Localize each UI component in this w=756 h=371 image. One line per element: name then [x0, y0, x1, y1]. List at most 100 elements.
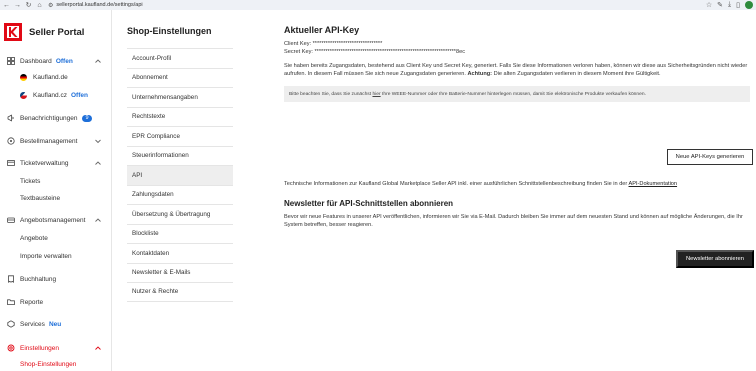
germany-flag-icon [20, 73, 27, 81]
sidebar-item-label: Shop-Einstellungen [20, 360, 77, 368]
sidebar-item-importe[interactable]: Importe verwalten [20, 250, 72, 262]
gear-icon [6, 344, 15, 353]
chevron-up-icon[interactable] [94, 216, 102, 224]
settings-item-payment-data[interactable]: Zahlungsdaten [127, 184, 233, 205]
sidebar-item-shop-settings[interactable]: Shop-Einstellungen [20, 358, 76, 370]
sidebar-item-label: Benachrichtigungen [20, 114, 78, 122]
sidebar-item-kaufland-cz[interactable]: Kaufland.cz Offen [20, 89, 88, 101]
api-docs-link[interactable]: API-Dokumentation [629, 181, 678, 187]
settings-menu-list: Account-Profil Abonnement Unternehmensan… [127, 48, 233, 302]
browser-toolbar: ← → ↻ ⌂ ⚙ sellerportal.kaufland.de/setti… [0, 0, 756, 10]
chevron-up-icon[interactable] [94, 344, 102, 352]
sidebar-item-textbausteine[interactable]: Textbausteine [20, 192, 60, 204]
sidebar-item-services[interactable]: Services Neu [6, 318, 106, 330]
status-badge: Offen [70, 91, 88, 99]
sidebar-item-kaufland-de[interactable]: Kaufland.de [20, 71, 68, 83]
notice-link[interactable]: hier [372, 92, 380, 97]
sidebar-item-settings[interactable]: Einstellungen [6, 342, 106, 354]
sidebar-item-label: Kaufland.de [33, 73, 68, 81]
sidebar-item-angebote[interactable]: Angebote [20, 232, 48, 244]
sidebar-item-label: Tickets [20, 177, 41, 185]
sidebar-item-label: Importe verwalten [20, 252, 72, 260]
sidebar-item-label: Reporte [20, 298, 44, 306]
back-icon[interactable]: ← [2, 1, 11, 10]
sidebar-item-tickets-list[interactable]: Tickets [20, 175, 40, 187]
page-title: Aktueller API-Key [284, 25, 360, 35]
sidebar-item-label: Textbausteine [20, 194, 61, 202]
forward-icon[interactable]: → [13, 1, 22, 10]
api-keys: Client Key: ****************************… [284, 41, 756, 56]
tech-info-text: Technische Informationen zur Kaufland Gl… [284, 181, 628, 187]
sidebar-item-label: Einstellungen [20, 344, 60, 352]
api-info-text: Sie haben bereits Zugangsdaten, bestehen… [284, 63, 749, 78]
settings-item-company-details[interactable]: Unternehmensangaben [127, 87, 233, 107]
extension-icon[interactable]: ✎ [717, 1, 723, 9]
settings-item-tax-info[interactable]: Steuerinformationen [127, 145, 233, 166]
services-icon [6, 320, 15, 329]
client-key-label: Client Key: [284, 41, 312, 47]
sidebar-item-orders[interactable]: Bestellmanagement [6, 135, 106, 147]
chevron-down-icon[interactable] [94, 137, 102, 145]
inbox-icon [6, 159, 15, 168]
settings-item-account-profile[interactable]: Account-Profil [127, 48, 233, 68]
sidebar: Seller Portal Dashboard Offen Kaufland.d… [0, 10, 112, 371]
subscribe-newsletter-button[interactable]: Newsletter abonnieren [676, 250, 754, 268]
client-key-value: ******************************** [312, 41, 383, 47]
sidebar-item-offers[interactable]: Angebotsmanagement [6, 214, 106, 226]
secret-key-value: ****************************************… [314, 48, 465, 55]
sidebar-item-label: Services [20, 320, 45, 328]
settings-item-epr-compliance[interactable]: EPR Compliance [127, 126, 233, 146]
sidebar-item-label: Kaufland.cz [33, 91, 67, 99]
settings-item-contact-data[interactable]: Kontaktdaten [127, 243, 233, 263]
settings-menu-title: Shop-Einstellungen [127, 26, 212, 36]
notice-text-before: Bitte beachten Sie, dass Sie zunächst [289, 91, 372, 97]
profile-avatar[interactable] [745, 1, 753, 9]
reload-icon[interactable]: ↻ [24, 1, 33, 10]
notification-count-badge: 9 [82, 114, 92, 122]
settings-item-blocklist[interactable]: Blockliste [127, 223, 233, 244]
brand-title: Seller Portal [29, 26, 85, 38]
client-key-row: Client Key: ****************************… [284, 41, 756, 49]
secret-key-label: Secret Key: [284, 48, 313, 55]
kaufland-logo [4, 23, 22, 41]
settings-item-legal-texts[interactable]: Rechtstexte [127, 106, 233, 127]
new-badge: Neu [48, 320, 62, 328]
url-text: sellerportal.kaufland.de/settings/api [56, 2, 143, 8]
sidebar-item-tickets[interactable]: Ticketverwaltung [6, 157, 106, 169]
api-settings-panel: Aktueller API-Key Client Key: **********… [284, 25, 756, 268]
generate-api-keys-button[interactable]: Neue API-Keys generieren [667, 149, 753, 165]
sidebar-item-notifications[interactable]: Benachrichtigungen 9 [6, 112, 106, 124]
chevron-up-icon[interactable] [94, 57, 102, 65]
tag-icon [6, 216, 15, 225]
sidebar-item-label: Ticketverwaltung [20, 159, 69, 167]
dashboard-icon [6, 57, 15, 66]
settings-item-translation[interactable]: Übersetzung & Übertragung [127, 204, 233, 224]
sidebar-item-label: Buchhaltung [20, 275, 57, 283]
settings-item-users-rights[interactable]: Nutzer & Rechte [127, 282, 233, 302]
home-icon[interactable]: ⌂ [35, 1, 44, 10]
settings-item-subscription[interactable]: Abonnement [127, 67, 233, 88]
secret-key-row: Secret Key: ****************************… [284, 49, 756, 57]
bookmark-star-icon[interactable]: ☆ [706, 1, 712, 9]
address-bar[interactable]: ⚙ sellerportal.kaufland.de/settings/api [48, 2, 143, 9]
warning-label: Achtung: [467, 70, 493, 77]
download-icon[interactable]: ⤓ [728, 1, 731, 9]
brand[interactable]: Seller Portal [4, 23, 84, 41]
chevron-up-icon[interactable] [94, 159, 102, 167]
site-info-icon[interactable]: ⚙ [48, 2, 53, 9]
settings-item-newsletter-emails[interactable]: Newsletter & E-Mails [127, 262, 233, 283]
sidepanel-icon[interactable]: ▯ [736, 1, 740, 9]
package-icon [6, 137, 15, 146]
sidebar-item-label: Bestellmanagement [20, 137, 78, 145]
sidebar-item-dashboard[interactable]: Dashboard Offen [6, 55, 106, 67]
sidebar-item-label: Angebotsmanagement [20, 216, 86, 224]
czech-flag-icon [20, 91, 27, 99]
technical-info: Technische Informationen zur Kaufland Gl… [284, 181, 677, 187]
notice-text-after: Ihre WEEE-Nummer oder Ihre Batterie-Numm… [381, 91, 646, 97]
receipt-icon [6, 275, 15, 284]
weee-notice: Bitte beachten Sie, dass Sie zunächst hi… [284, 86, 750, 103]
sidebar-item-reports[interactable]: Reporte [6, 296, 106, 308]
sidebar-item-accounting[interactable]: Buchhaltung [6, 273, 106, 285]
sidebar-item-label: Dashboard [20, 57, 52, 65]
settings-item-api[interactable]: API [127, 165, 233, 185]
